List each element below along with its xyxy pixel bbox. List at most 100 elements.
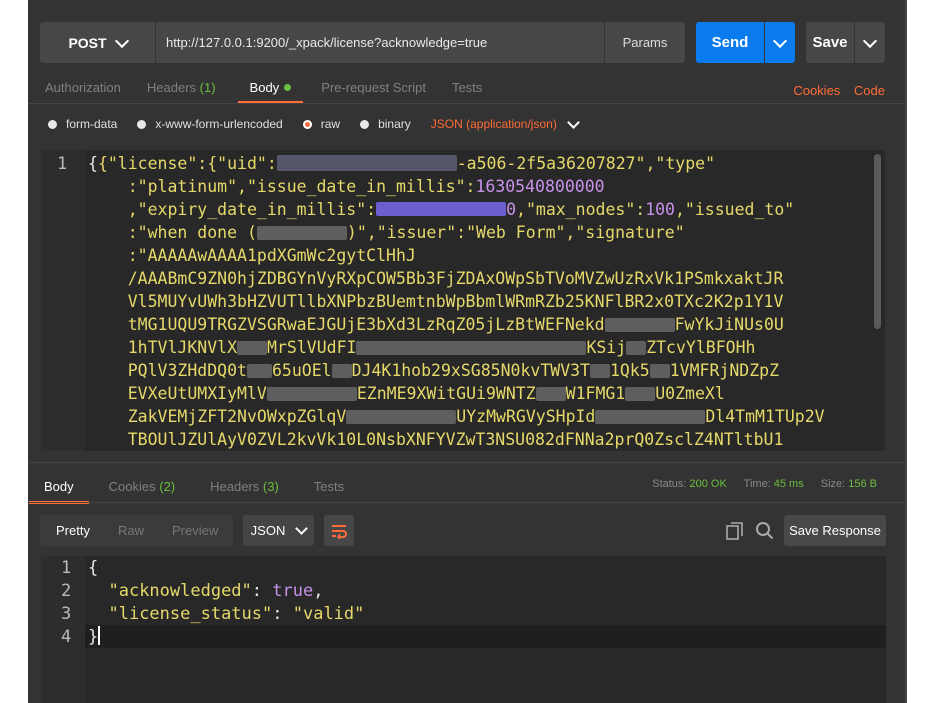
response-body-viewer[interactable]: 1 2 3 4 { "acknowledged": true, "license… — [41, 556, 886, 703]
status-label: Status: — [652, 478, 687, 490]
chevron-down-icon — [862, 33, 878, 48]
radio-icon[interactable] — [360, 119, 370, 129]
redacted-block — [256, 226, 347, 240]
body-type-dropdown[interactable]: JSON (application/json) — [430, 115, 580, 131]
option-label: raw — [320, 117, 341, 131]
cookies-link[interactable]: Cookies — [793, 83, 840, 98]
text-cursor — [98, 626, 101, 645]
response-meta: Status: 200 OK Time: 45 ms Size: 156 B — [652, 478, 877, 490]
tab-response-headers[interactable]: Headers (3) — [210, 479, 279, 494]
code-token: 1VMFRjNDZpZ — [669, 361, 780, 380]
method-label: POST — [68, 34, 107, 51]
redacted-block — [356, 341, 587, 355]
code-token: :"platinum","issue_date_in_millis": — [127, 177, 476, 196]
tab-response-cookies[interactable]: Cookies (2) — [109, 479, 175, 494]
chevron-down-icon — [114, 33, 129, 48]
code-line: :"AAAAAwAAAA1pdXGmWc2gytClHhJ — [88, 244, 878, 267]
code-token: EZnME9XWitGUi9WNTZ — [356, 384, 536, 403]
tab-tests[interactable]: Tests — [452, 80, 482, 100]
code-token: /AAABmC9ZN0hjZDBGYnVyRXpCOW5Bb3FjZDAxOWp… — [127, 269, 784, 288]
code-link[interactable]: Code — [854, 83, 885, 98]
tab-authorization[interactable]: Authorization — [45, 80, 121, 100]
redacted-block — [535, 387, 566, 401]
code-token: EVXeUtUMXIyMlV — [127, 384, 267, 403]
tab-headers[interactable]: Headers (1) — [147, 80, 216, 100]
redacted-block — [604, 318, 675, 332]
code-line: } — [88, 626, 364, 649]
format-pretty[interactable]: Pretty — [40, 523, 102, 538]
code-line: EVXeUtUMXIyMlV EZnME9XWitGUi9WNTZ W1FMG1 U0… — [88, 382, 878, 405]
option-raw[interactable]: raw — [302, 117, 341, 131]
body-type-label: JSON (application/json) — [430, 117, 557, 131]
save-options-button[interactable] — [855, 22, 885, 63]
chevron-down-icon — [566, 115, 580, 129]
time-label: Time: — [743, 478, 771, 490]
redacted-block — [590, 364, 610, 378]
redacted-block — [626, 341, 647, 355]
line-gutter — [41, 150, 85, 451]
search-icon[interactable] — [755, 521, 775, 541]
send-button[interactable]: Send — [696, 22, 764, 63]
url-input[interactable]: http://127.0.0.1:9200/_xpack/license?ack… — [156, 22, 604, 63]
response-code[interactable]: { "acknowledged": true, "license_status"… — [88, 557, 364, 649]
tab-label: Cookies — [108, 479, 156, 494]
redacted-block — [595, 410, 706, 424]
code-line: ZakVEMjZFT2NvOWxpZGlqV UYzMwRGVySHpId Dl4T… — [88, 405, 878, 428]
code-token: KSij — [586, 338, 627, 357]
tab-response-body[interactable]: Body — [29, 479, 89, 504]
params-button[interactable]: Params — [605, 22, 685, 63]
copy-icon[interactable] — [725, 521, 745, 541]
request-body-editor[interactable]: 1 {{"license":{"uid": -a506-2f5a36207827"… — [41, 150, 885, 451]
format-raw[interactable]: Raw — [102, 523, 156, 538]
radio-icon[interactable] — [137, 119, 147, 129]
save-response-button[interactable]: Save Response — [784, 515, 886, 546]
option-form-data[interactable]: form-data — [48, 117, 117, 131]
json-key: "license_status" — [108, 604, 273, 624]
code-line: ,"expiry_date_in_millis": 0,"max_nodes":1… — [88, 198, 878, 221]
divider — [28, 502, 906, 503]
tab-label: Tests — [313, 479, 345, 494]
code-token: 65uOEl — [271, 361, 332, 380]
tab-label: Headers — [146, 80, 197, 95]
tab-body[interactable]: Body — [237, 80, 303, 104]
tab-pre-request-script[interactable]: Pre-request Script — [321, 80, 426, 100]
wrap-lines-button[interactable] — [324, 515, 354, 546]
response-type-label: JSON — [250, 523, 286, 538]
code-line: "acknowledged": true, — [108, 581, 324, 601]
radio-selected-icon[interactable] — [302, 119, 312, 129]
line-number: 3 — [61, 604, 72, 624]
radio-icon[interactable] — [48, 119, 57, 129]
code-line: /AAABmC9ZN0hjZDBGYnVyRXpCOW5Bb3FjZDAxOWp… — [88, 267, 878, 290]
code-token: ,"issued_to" — [675, 200, 795, 219]
json-value: "valid" — [292, 604, 365, 624]
headers-count: (1) — [199, 80, 216, 95]
code-token: DJ4K1hob29xSG85N0kvTWV3T — [351, 361, 590, 380]
code-line: "license_status": "valid" — [108, 604, 365, 624]
line-number: 1 — [61, 558, 72, 578]
scrollbar[interactable] — [874, 154, 881, 329]
tab-response-tests[interactable]: Tests — [314, 479, 344, 494]
send-options-button[interactable] — [765, 22, 795, 63]
chevron-down-icon — [772, 33, 788, 48]
redacted-block — [246, 364, 272, 378]
postman-window: POST http://127.0.0.1:9200/_xpack/licens… — [28, 0, 906, 703]
option-label: binary — [378, 117, 411, 131]
option-binary[interactable]: binary — [360, 117, 411, 131]
code-token: )","issuer":"Web Form","signature" — [346, 223, 685, 242]
save-button[interactable]: Save — [806, 22, 854, 63]
option-urlencoded[interactable]: x-www-form-urlencoded — [137, 117, 283, 131]
code-token: Dl4TmM1TUp2V — [705, 407, 825, 426]
request-body-code[interactable]: {{"license":{"uid": -a506-2f5a36207827","… — [88, 152, 878, 451]
response-type-dropdown[interactable]: JSON — [243, 515, 314, 546]
response-format-tabs: Pretty Raw Preview — [40, 515, 233, 546]
code-token: ,"expiry_date_in_millis": — [127, 200, 377, 219]
code-line: :"when done ()","issuer":"Web Form","sig… — [88, 221, 878, 244]
line-number: 2 — [61, 581, 72, 601]
status-value: 200 OK — [689, 478, 727, 490]
code-token: -a506-2f5a36207827","type" — [456, 154, 716, 173]
code-token: PQlV3ZHdDQ0t — [127, 361, 247, 380]
format-preview[interactable]: Preview — [156, 523, 230, 538]
code-token: MrSlVUdFI — [267, 338, 357, 357]
tab-label: Body — [44, 479, 74, 494]
method-dropdown[interactable]: POST — [40, 22, 155, 63]
